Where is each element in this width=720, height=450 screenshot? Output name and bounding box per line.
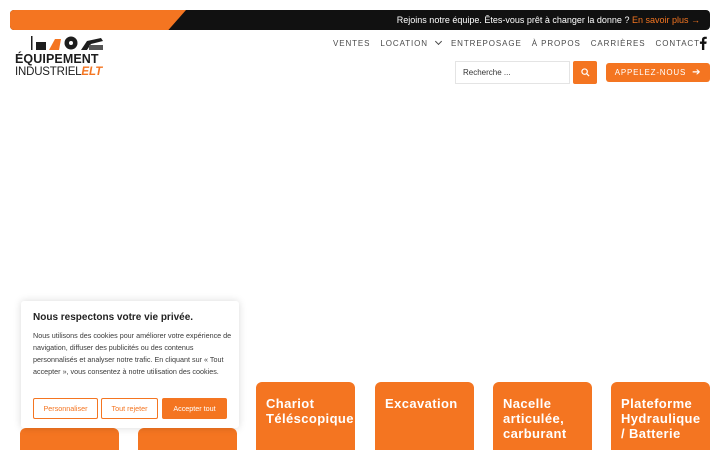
nav-label: Location	[380, 38, 428, 48]
nav-label: Carrières	[590, 38, 646, 48]
logo-line-1: ÉQUIPEMENT	[15, 52, 99, 66]
nav-item-location[interactable]: Location	[380, 37, 442, 48]
nav-label: À propos	[531, 38, 581, 48]
nav-label: Contact	[655, 38, 700, 48]
nav-item-carrieres[interactable]: Carrières	[591, 39, 646, 48]
nav-item-contact[interactable]: Contact	[656, 39, 700, 48]
logo-line-2: INDUSTRIELELT	[15, 66, 102, 78]
cookie-banner: Nous respectons votre vie privée. Nous u…	[21, 301, 239, 428]
announcement-text: Rejoins notre équipe. Êtes-vous prêt à c…	[396, 15, 630, 25]
call-us-button[interactable]: Appelez-nous ➔	[606, 63, 710, 82]
search-input[interactable]	[455, 61, 570, 84]
nav-item-ventes[interactable]: Ventes	[333, 39, 370, 48]
search-button[interactable]	[573, 61, 597, 84]
customize-button[interactable]: Personnaliser	[33, 398, 98, 419]
category-card-chariot[interactable]: Chariot Téléscopique	[256, 382, 355, 450]
main-nav: Ventes Location Entreposage À propos Car…	[333, 37, 700, 49]
cookie-title: Nous respectons votre vie privée.	[33, 312, 194, 323]
search-icon	[580, 68, 590, 77]
category-card[interactable]	[138, 428, 237, 450]
nav-label: Ventes	[333, 38, 371, 48]
announcement-accent	[10, 10, 186, 30]
nav-item-entreposage[interactable]: Entreposage	[451, 39, 522, 48]
announcement-text-wrap: Rejoins notre équipe. Êtes-vous prêt à c…	[397, 10, 700, 30]
logo-industriel: INDUSTRIEL	[15, 66, 82, 78]
logo-elt: ELT	[81, 66, 103, 78]
category-card-plateforme[interactable]: Plateforme Hydraulique / Batterie	[611, 382, 710, 450]
announcement-bar: Rejoins notre équipe. Êtes-vous prêt à c…	[10, 10, 710, 30]
cookie-text: Nous utilisons des cookies pour améliore…	[33, 331, 232, 376]
category-title: Nacelle articulée, carburant	[503, 396, 567, 441]
call-us-label: Appelez-nous	[614, 68, 687, 77]
facebook-icon[interactable]	[698, 36, 708, 50]
chevron-down-icon	[434, 37, 442, 46]
category-card-excavation[interactable]: Excavation	[375, 382, 474, 450]
category-title: Plateforme Hydraulique / Batterie	[621, 396, 701, 441]
logo-machinery-graphic	[31, 36, 103, 50]
page: Rejoins notre équipe. Êtes-vous prêt à c…	[0, 0, 720, 450]
reject-all-button[interactable]: Tout rejeter	[101, 398, 158, 419]
nav-label: Entreposage	[450, 38, 522, 48]
arrow-right-icon: ➔	[692, 67, 702, 78]
category-title: Chariot Téléscopique	[266, 396, 354, 426]
site-logo[interactable]: ÉQUIPEMENT INDUSTRIELELT	[15, 35, 107, 81]
accept-all-button[interactable]: Accepter tout	[162, 398, 227, 419]
nav-item-a-propos[interactable]: À propos	[532, 39, 581, 48]
category-card-nacelle[interactable]: Nacelle articulée, carburant	[493, 382, 592, 450]
category-card[interactable]	[20, 428, 119, 450]
category-title: Excavation	[385, 396, 458, 411]
learn-more-link[interactable]: En savoir plus →	[632, 15, 700, 25]
